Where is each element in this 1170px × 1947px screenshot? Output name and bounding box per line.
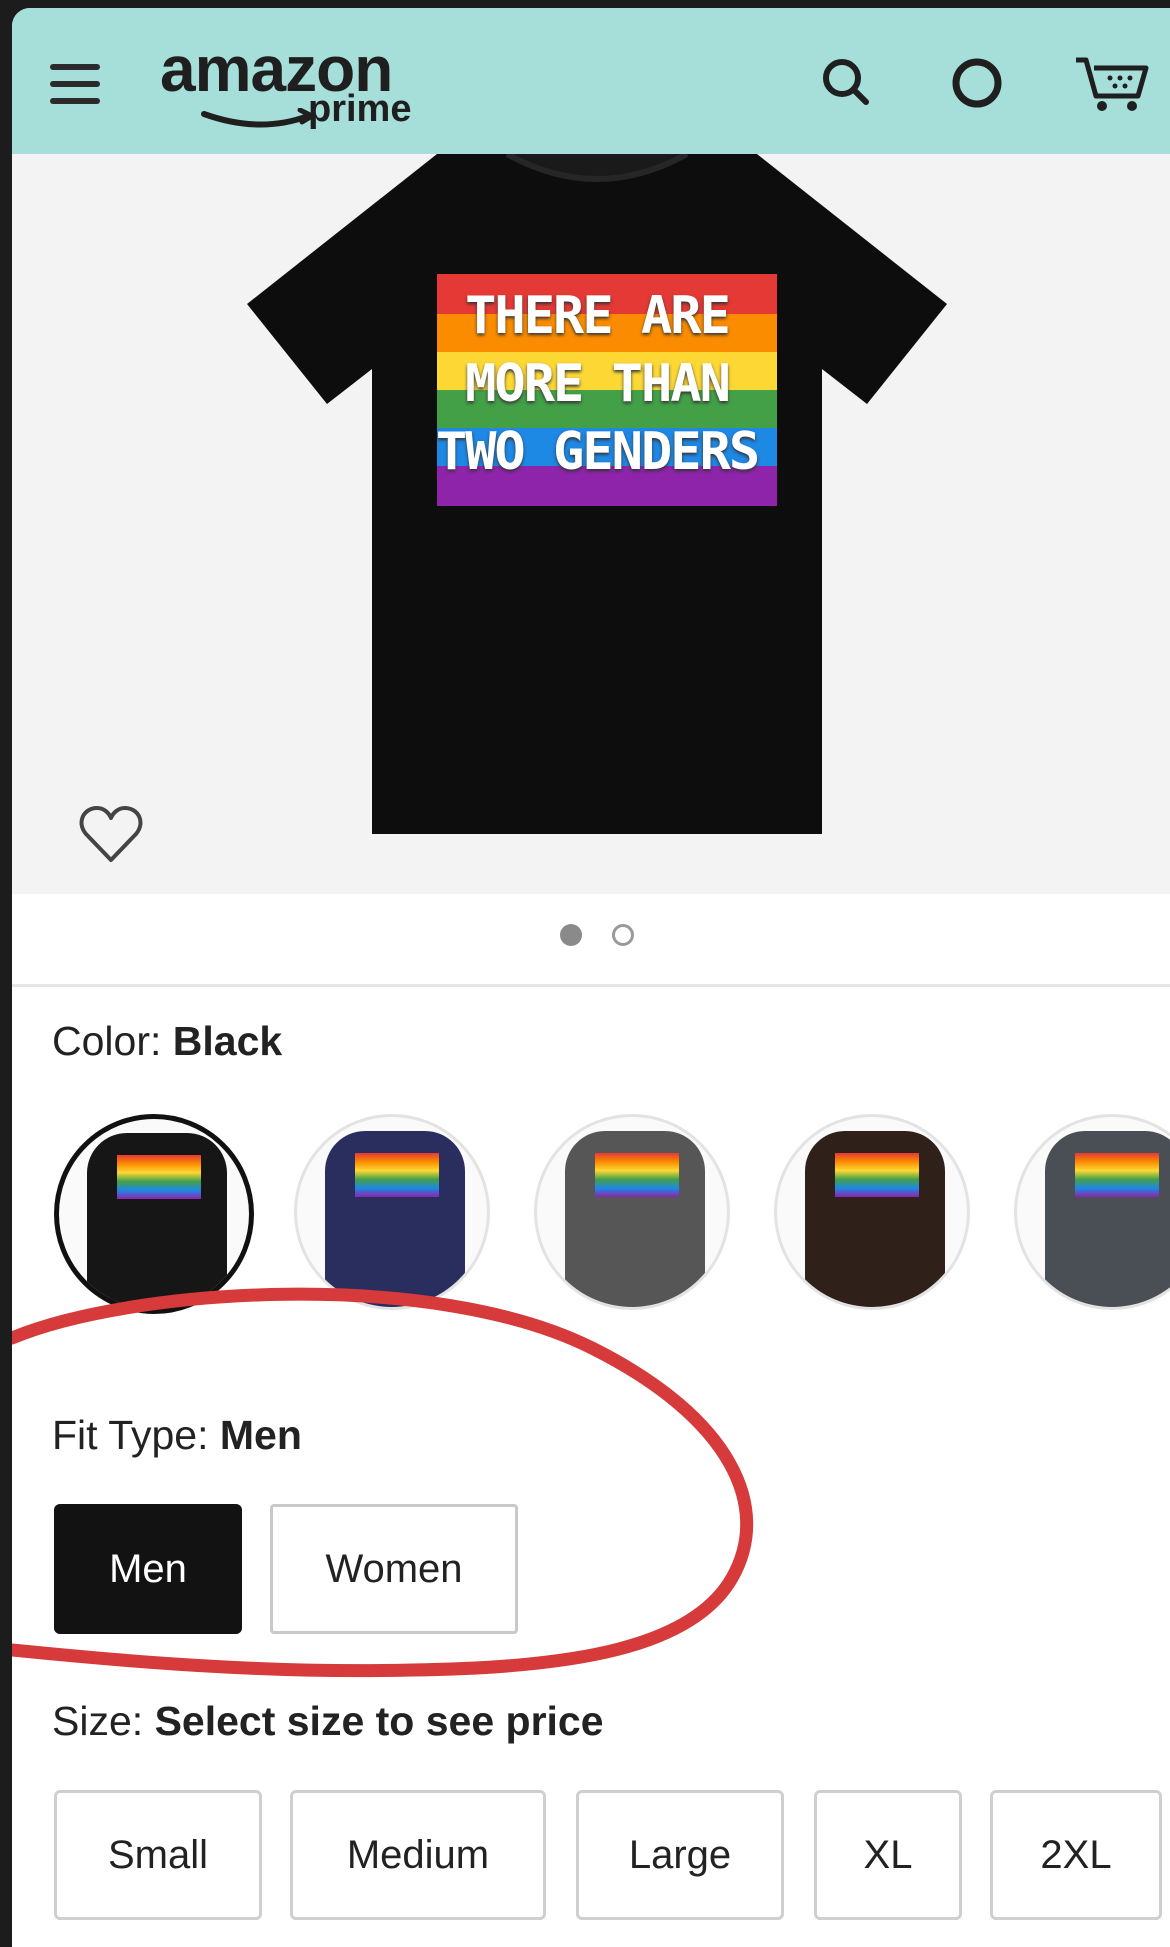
size-option-large-button[interactable]: Large xyxy=(576,1790,784,1920)
carousel-dot-inactive[interactable] xyxy=(612,924,634,946)
color-swatch-brown[interactable] xyxy=(774,1114,970,1310)
swatch-rainbow-print xyxy=(355,1153,439,1197)
search-icon[interactable] xyxy=(812,48,882,118)
shirt-text-line-3: TWO GENDERS xyxy=(435,422,760,482)
shirt-text-line-2: MORE THAN xyxy=(465,354,731,414)
size-value: Select size to see price xyxy=(154,1698,604,1744)
logo-prime-text: prime xyxy=(308,88,412,130)
logo-smile-icon xyxy=(201,108,318,128)
cart-icon[interactable] xyxy=(1072,48,1152,118)
size-option-medium-button[interactable]: Medium xyxy=(290,1790,546,1920)
amazon-prime-logo[interactable]: amazon prime xyxy=(160,32,412,132)
carousel-indicator xyxy=(12,894,1170,987)
color-label-row: Color: Black xyxy=(52,1018,282,1065)
swatch-rainbow-print xyxy=(835,1153,919,1197)
red-circle-annotation xyxy=(12,1287,754,1678)
carousel-dot-active[interactable] xyxy=(560,924,582,946)
product-tshirt-image: THERE ARE MORE THAN TWO GENDERS xyxy=(247,151,947,844)
shirt-text-line-1: THERE ARE xyxy=(465,286,731,346)
swatch-rainbow-print xyxy=(117,1155,201,1199)
hamburger-menu-icon[interactable] xyxy=(50,64,100,106)
color-label: Color: xyxy=(52,1018,162,1064)
size-option-small-button[interactable]: Small xyxy=(54,1790,262,1920)
size-option-xl-button[interactable]: XL xyxy=(814,1790,962,1920)
size-label-row: Size: Select size to see price xyxy=(52,1698,604,1745)
swatch-rainbow-print xyxy=(595,1153,679,1197)
phone-screen: amazon prime THERE ARE MORE THAN TWO GEN… xyxy=(12,8,1170,1947)
alexa-icon[interactable] xyxy=(942,48,1012,118)
tshirt-shape xyxy=(247,151,947,834)
size-option-2xl-button[interactable]: 2XL xyxy=(990,1790,1162,1920)
color-value: Black xyxy=(172,1018,283,1064)
color-swatch-charcoal[interactable] xyxy=(1014,1114,1170,1310)
size-label: Size: xyxy=(52,1698,144,1744)
top-navigation-bar: amazon prime xyxy=(12,8,1170,154)
product-image-gallery[interactable]: THERE ARE MORE THAN TWO GENDERS xyxy=(12,151,1170,894)
wishlist-heart-icon[interactable] xyxy=(78,804,144,866)
swatch-rainbow-print xyxy=(1075,1153,1159,1197)
